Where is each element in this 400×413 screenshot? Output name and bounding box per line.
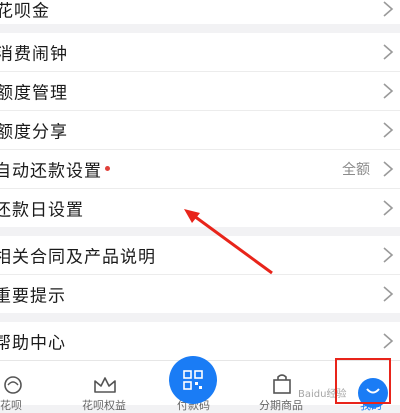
menu-item-label: 还款日设置 <box>0 200 84 221</box>
qr-code-icon <box>183 370 203 390</box>
huabei-icon <box>4 376 22 394</box>
menu-item-label: 额度分享 <box>0 122 68 143</box>
payment-code-button[interactable] <box>169 356 217 404</box>
annotation-arrow <box>184 209 273 275</box>
menu-item-huabei-gold[interactable]: 花呗金 <box>0 0 400 24</box>
shopping-bag-icon <box>273 374 291 394</box>
tab-huabei-benefits[interactable]: 花呗权益 <box>80 361 140 412</box>
tab-label: 花呗 <box>0 399 22 412</box>
chevron-right-icon <box>383 200 394 216</box>
chevron-right-icon <box>383 286 394 302</box>
menu-item-label: 花呗金 <box>0 1 50 22</box>
menu-item-label: 消费闹钟 <box>0 44 68 65</box>
tab-label: 花呗权益 <box>82 399 126 412</box>
watermark: Baidu经验 <box>298 389 347 400</box>
chevron-right-icon <box>383 122 394 138</box>
chevron-right-icon <box>383 333 394 349</box>
menu-item-auto-repay-settings[interactable]: 自动还款设置 全额 <box>0 150 400 188</box>
menu-item-label: 相关合同及产品说明 <box>0 247 156 268</box>
notification-dot <box>105 166 110 171</box>
chevron-right-icon <box>383 161 394 177</box>
chevron-right-icon <box>383 83 394 99</box>
tab-huabei[interactable]: 花呗 <box>0 361 40 412</box>
menu-item-value: 全额 <box>342 162 370 178</box>
chevron-right-icon <box>383 44 394 60</box>
chevron-right-icon <box>383 1 394 17</box>
menu-item-important-notice[interactable]: 重要提示 <box>0 275 400 313</box>
menu-item-spending-alarm[interactable]: 消费闹钟 <box>0 33 400 71</box>
menu-item-limit-sharing[interactable]: 额度分享 <box>0 111 400 149</box>
menu-item-help-center[interactable]: 帮助中心 <box>0 322 400 360</box>
menu-item-label: 额度管理 <box>0 83 68 104</box>
menu-item-label: 自动还款设置 <box>0 161 102 182</box>
menu-item-label: 重要提示 <box>0 286 66 307</box>
chevron-right-icon <box>383 247 394 263</box>
menu-item-limit-management[interactable]: 额度管理 <box>0 72 400 110</box>
tab-label: 分期商品 <box>259 399 303 412</box>
menu-item-label: 帮助中心 <box>0 333 66 354</box>
crown-icon <box>94 377 116 393</box>
